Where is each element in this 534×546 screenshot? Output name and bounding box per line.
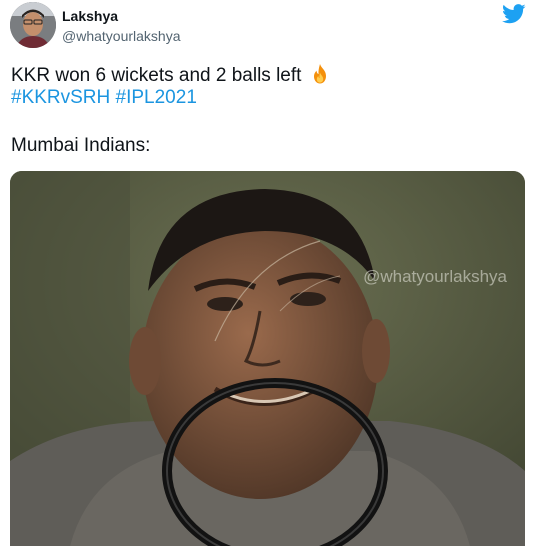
media-watermark: @whatyourlakshya (363, 267, 507, 286)
user-name[interactable]: Lakshya (62, 8, 118, 24)
tweet-card: Lakshya @whatyourlakshya KKR won 6 wicke… (0, 0, 534, 546)
fire-icon (309, 63, 331, 85)
tweet-media-image[interactable]: @whatyourlakshya (10, 171, 525, 546)
tweet-hashtags: #KKRvSRH #IPL2021 (11, 87, 197, 109)
twitter-bird-icon[interactable] (502, 4, 526, 24)
avatar[interactable] (10, 2, 56, 48)
tweet-text-line-1: KKR won 6 wickets and 2 balls left (11, 63, 331, 87)
hashtag-link[interactable]: #KKRvSRH (11, 87, 110, 108)
tweet-text: KKR won 6 wickets and 2 balls left (11, 65, 302, 86)
hashtag-link[interactable]: #IPL2021 (116, 87, 197, 108)
tweet-text-line-3: Mumbai Indians: (11, 135, 151, 156)
user-handle[interactable]: @whatyourlakshya (62, 28, 181, 44)
